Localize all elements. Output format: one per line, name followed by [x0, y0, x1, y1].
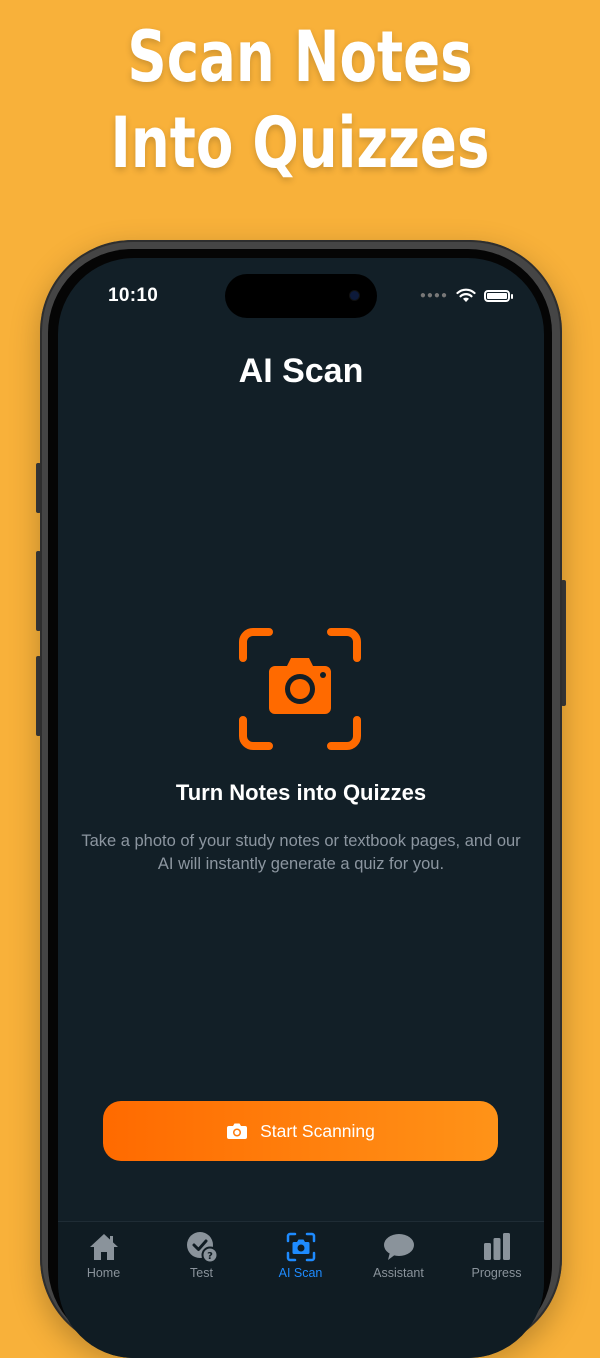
status-time: 10:10: [108, 285, 159, 306]
tab-ai-scan[interactable]: AI Scan: [252, 1230, 349, 1280]
content-description: Take a photo of your study notes or text…: [81, 832, 521, 873]
promo-headline: Scan Notes Into Quizzes: [66, 14, 534, 186]
front-camera-icon: [350, 291, 359, 300]
home-icon: [89, 1234, 118, 1260]
tab-test[interactable]: ? Test: [153, 1230, 250, 1280]
tab-home[interactable]: Home: [58, 1230, 152, 1280]
promo-headline-line2: Into Quizzes: [110, 102, 490, 184]
tab-progress[interactable]: Progress: [448, 1230, 544, 1280]
camera-icon: [227, 1123, 248, 1139]
test-check-icon: ?: [186, 1232, 218, 1264]
bar-chart-icon: [483, 1233, 510, 1260]
tab-assistant[interactable]: Assistant: [350, 1230, 447, 1280]
wifi-icon: [456, 288, 476, 302]
promo-headline-line1: Scan Notes: [127, 16, 473, 98]
signal-dots-icon: ●●●●: [419, 290, 448, 301]
page-title: AI Scan: [238, 352, 364, 390]
content-title: Turn Notes into Quizzes: [175, 780, 427, 805]
start-scanning-label: Start Scanning: [260, 1120, 375, 1141]
status-icons: ●●●●: [419, 288, 513, 303]
chat-bubble-icon: [383, 1234, 414, 1260]
start-scanning-button[interactable]: Start Scanning: [103, 1101, 498, 1161]
svg-text:?: ?: [207, 1251, 213, 1262]
camera-scan-icon: [286, 1232, 315, 1262]
tab-bar: Home ? Test AI Scan Assistant Progress: [58, 1221, 544, 1358]
tab-home-label: Home: [86, 1266, 121, 1280]
tab-ai-scan-label: AI Scan: [278, 1266, 323, 1280]
dynamic-island: [225, 274, 377, 318]
camera-scan-icon: [239, 628, 361, 750]
battery-icon: [484, 289, 513, 302]
tab-progress-label: Progress: [471, 1266, 522, 1280]
tab-assistant-label: Assistant: [373, 1266, 424, 1280]
tab-test-label: Test: [190, 1266, 213, 1280]
phone-screen: 10:10 ●●●● AI Scan Turn Notes into Quizz…: [58, 258, 544, 1358]
